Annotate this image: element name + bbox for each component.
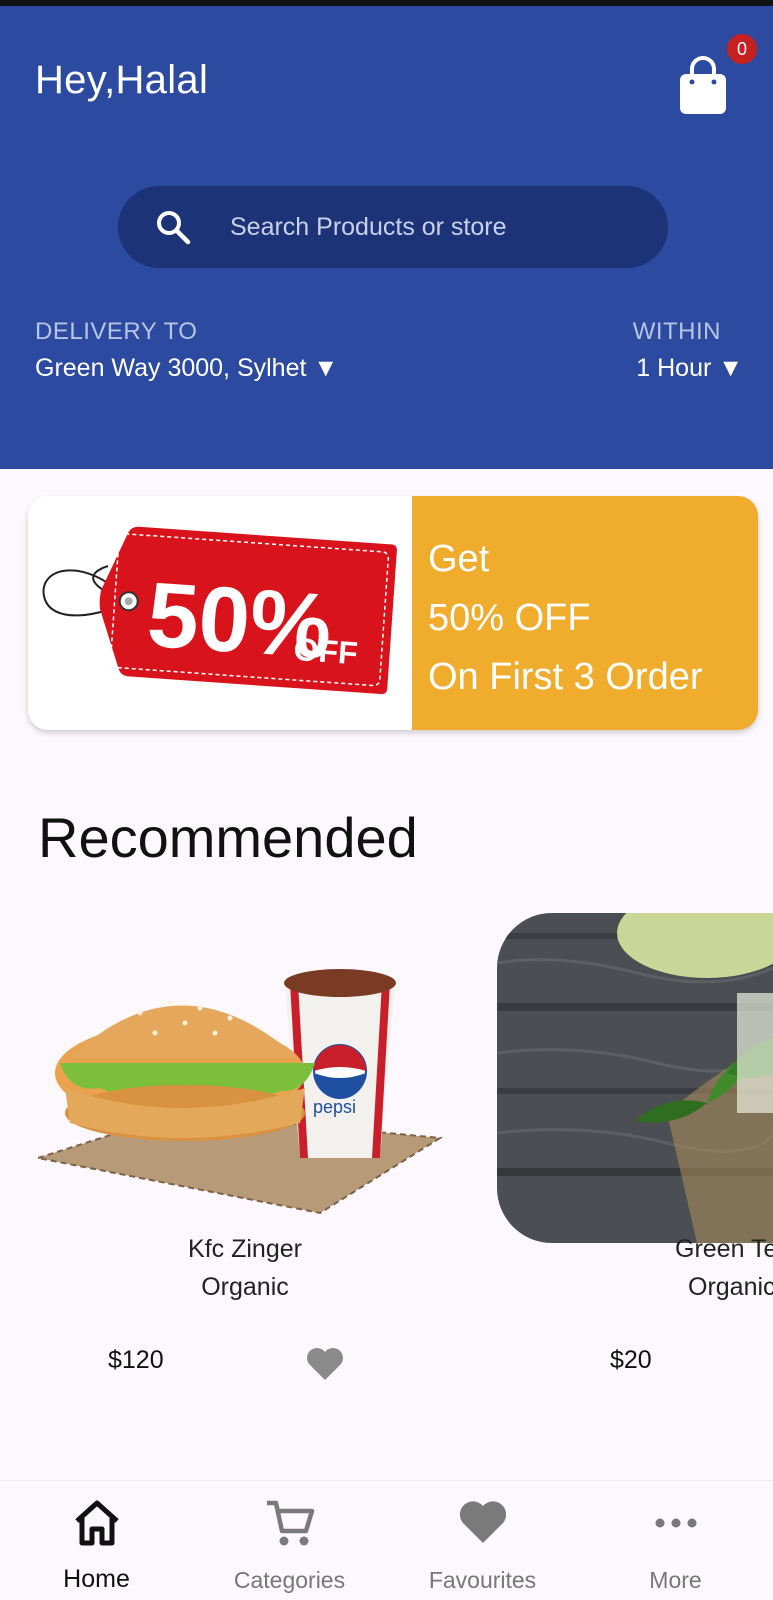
search-icon (157, 211, 191, 245)
product-image (497, 913, 773, 1243)
greeting-title: Hey,Halal (35, 58, 209, 102)
nav-categories-label: Categories (233, 1567, 346, 1593)
bottom-navigation: Home Categories Favourites More (0, 1480, 773, 1600)
product-price: $120 (108, 1346, 164, 1374)
recommended-heading: Recommended (38, 806, 418, 869)
nav-favourites-label: Favourites (428, 1567, 537, 1593)
cart-count-badge: 0 (727, 34, 757, 64)
header: Hey,Halal 0 DELIVERY TO Green Way 3000, … (0, 6, 773, 469)
promo-line-2: 50% OFF (428, 597, 591, 639)
delivery-address-dropdown[interactable]: Green Way 3000, Sylhet ▼ (35, 354, 338, 383)
product-card[interactable]: pepsi Kfc Zinger Organic (30, 913, 460, 1301)
product-card[interactable]: Green Tea Organic (497, 913, 773, 1333)
delivery-label: DELIVERY TO (35, 318, 198, 345)
heart-icon (459, 1501, 506, 1543)
nav-favourites[interactable]: Favourites (386, 1481, 579, 1600)
promo-line-1: Get (428, 538, 490, 580)
home-icon (74, 1500, 119, 1546)
product-price: $20 (610, 1346, 652, 1374)
delivery-time-dropdown[interactable]: 1 Hour ▼ (636, 354, 743, 383)
search-bar[interactable] (118, 186, 668, 268)
product-name: Kfc Zinger (188, 1235, 302, 1263)
within-label: WITHIN (632, 318, 721, 345)
product-name: Green Tea (675, 1235, 773, 1263)
product-tag: Organic (688, 1273, 773, 1301)
favourite-heart-icon[interactable] (305, 1346, 345, 1382)
discount-tag-illustration: 50% OFF (28, 496, 412, 730)
nav-categories[interactable]: Categories (193, 1481, 386, 1600)
cart-icon (266, 1500, 314, 1546)
product-tag: Organic (201, 1273, 289, 1301)
promo-text-panel: Get 50% OFF On First 3 Order (412, 496, 758, 730)
promo-line-3: On First 3 Order (428, 656, 703, 698)
search-input[interactable] (230, 186, 640, 268)
svg-text:pepsi: pepsi (313, 1097, 356, 1117)
nav-more-label: More (649, 1567, 702, 1593)
tag-off-text: OFF (293, 631, 359, 671)
shopping-bag-icon[interactable] (678, 56, 728, 114)
nav-home-label: Home (63, 1565, 130, 1593)
more-icon (655, 1518, 696, 1528)
price-tag-icon: 50% OFF (42, 526, 397, 695)
nav-more[interactable]: More (579, 1481, 772, 1600)
promo-banner[interactable]: 50% OFF Get 50% OFF On First 3 Order (28, 496, 758, 730)
product-image: pepsi (30, 913, 460, 1243)
nav-home[interactable]: Home (0, 1481, 193, 1600)
